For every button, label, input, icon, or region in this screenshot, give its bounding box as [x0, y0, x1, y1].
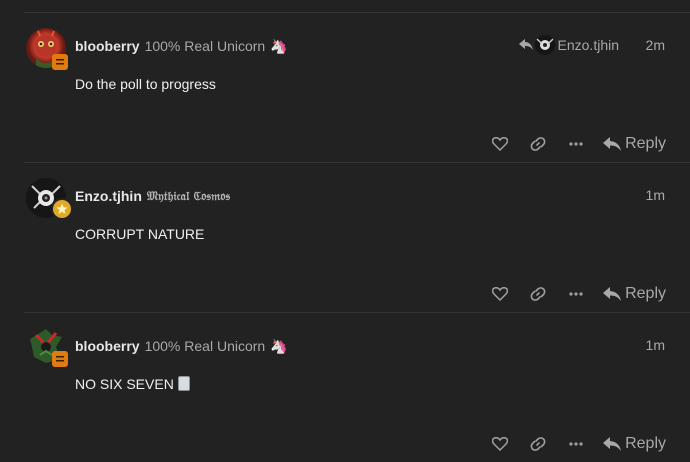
like-button[interactable]: [481, 133, 519, 155]
star-icon: [56, 203, 68, 214]
post-meta: blooberry 100% Real Unicorn 🦄: [75, 37, 288, 55]
user-title: 𝔐𝔶𝔱𝔥𝔦𝔠𝔞𝔩 ℭ𝔬𝔰𝔪𝔬𝔰: [146, 188, 231, 203]
reply-to-username: Enzo.tjhin: [557, 37, 619, 53]
more-options-button[interactable]: [557, 133, 595, 155]
post-body: Do the poll to progress: [75, 76, 216, 92]
post-divider: [24, 162, 690, 163]
flair-badge: [51, 198, 73, 220]
like-button[interactable]: [481, 283, 519, 305]
link-icon: [530, 437, 546, 451]
reply-label: Reply: [625, 285, 666, 302]
username[interactable]: Enzo.tjhin: [75, 188, 142, 204]
flair-badge: [52, 54, 68, 70]
ellipsis-icon: [569, 292, 583, 296]
flair-badge: [52, 351, 68, 367]
ellipsis-icon: [569, 442, 583, 446]
username[interactable]: blooberry: [75, 338, 140, 354]
heart-icon: [492, 437, 509, 451]
like-button[interactable]: [481, 433, 519, 455]
post-age[interactable]: 2m: [646, 37, 665, 53]
post-actions: Reply: [481, 433, 666, 455]
post-2: Enzo.tjhin 𝔐𝔶𝔱𝔥𝔦𝔠𝔞𝔩 ℭ𝔬𝔰𝔪𝔬𝔰 1m CORRUPT NA…: [0, 162, 690, 312]
heart-icon: [492, 137, 509, 151]
post-actions: Reply: [481, 283, 666, 305]
reply-button[interactable]: Reply: [603, 435, 666, 453]
copy-link-button[interactable]: [519, 133, 557, 155]
reply-icon: [603, 137, 622, 151]
reply-arrow-icon: [518, 39, 533, 50]
more-options-button[interactable]: [557, 433, 595, 455]
post-body-text: NO SIX SEVEN: [75, 376, 174, 392]
post-body: CORRUPT NATURE: [75, 226, 205, 242]
post-divider: [24, 12, 690, 13]
link-icon: [530, 137, 546, 151]
reply-button[interactable]: Reply: [603, 285, 666, 303]
post-actions: Reply: [481, 133, 666, 155]
reply-to-indicator[interactable]: Enzo.tjhin: [518, 35, 619, 55]
link-icon: [530, 287, 546, 301]
user-title: 100% Real Unicorn: [144, 38, 266, 54]
user-title: 100% Real Unicorn: [144, 338, 266, 354]
heart-icon: [492, 287, 509, 301]
reply-icon: [603, 437, 622, 451]
unicorn-icon: 🦄: [270, 37, 288, 54]
post-divider: [24, 312, 690, 313]
post-age[interactable]: 1m: [646, 187, 665, 203]
reply-label: Reply: [625, 435, 666, 452]
reply-icon: [603, 287, 622, 301]
post-1: blooberry 100% Real Unicorn 🦄 Enzo.tjhin…: [0, 12, 690, 162]
post-3: blooberry 100% Real Unicorn 🦄 1m NO SIX …: [0, 312, 690, 462]
reply-button[interactable]: Reply: [603, 135, 666, 153]
post-meta: blooberry 100% Real Unicorn 🦄: [75, 337, 288, 355]
copy-link-button[interactable]: [519, 283, 557, 305]
ellipsis-icon: [569, 142, 583, 146]
username[interactable]: blooberry: [75, 38, 140, 54]
more-options-button[interactable]: [557, 283, 595, 305]
dice-icon: [177, 376, 190, 391]
reply-to-avatar: [534, 35, 555, 55]
copy-link-button[interactable]: [519, 433, 557, 455]
reply-label: Reply: [625, 135, 666, 152]
post-age[interactable]: 1m: [646, 337, 665, 353]
post-body: NO SIX SEVEN: [75, 376, 190, 392]
unicorn-icon: 🦄: [270, 337, 288, 354]
post-meta: Enzo.tjhin 𝔐𝔶𝔱𝔥𝔦𝔠𝔞𝔩 ℭ𝔬𝔰𝔪𝔬𝔰: [75, 187, 230, 205]
